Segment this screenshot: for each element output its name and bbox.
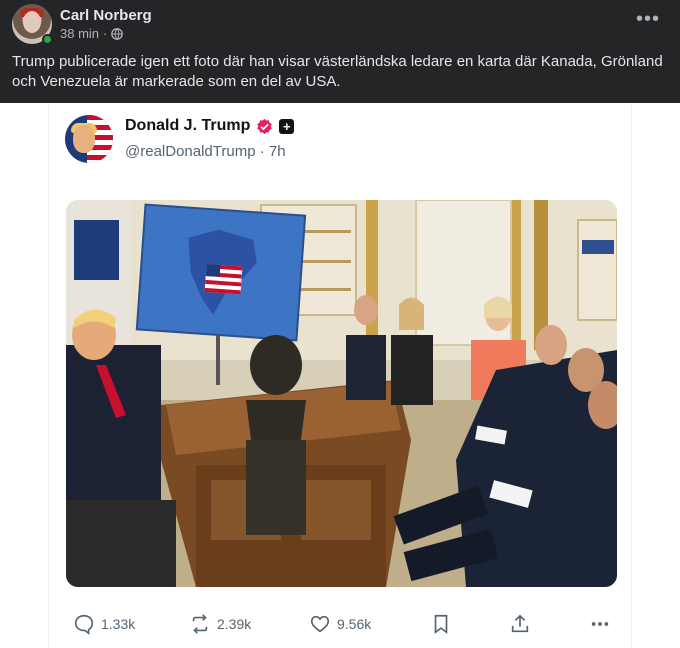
reply-count: 1.33k — [101, 616, 136, 632]
post-text: Trump publicerade igen ett foto där han … — [12, 53, 663, 90]
subscription-plus-icon: + — [279, 118, 295, 134]
repost-count: 2.39k — [217, 616, 252, 632]
heart-icon — [310, 615, 330, 633]
more-options-icon[interactable]: ••• — [634, 9, 662, 33]
repost-button[interactable]: 2.39k — [189, 609, 251, 639]
repost-icon — [192, 614, 208, 634]
share-icon — [511, 614, 529, 633]
bookmark-button[interactable] — [430, 609, 452, 639]
reply-button[interactable]: 1.33k — [73, 609, 135, 639]
post-time[interactable]: 38 min — [60, 26, 99, 41]
embedded-author-name-row: Donald J. Trump + — [125, 117, 295, 135]
embedded-time[interactable]: 7h — [269, 143, 286, 160]
oval-office-photo-icon — [66, 200, 617, 587]
embedded-author-avatar[interactable] — [65, 115, 113, 163]
share-button[interactable] — [509, 609, 531, 639]
post-meta: 38 min · — [60, 26, 124, 41]
author-name[interactable]: Carl Norberg — [60, 7, 152, 24]
more-dots-icon — [591, 622, 609, 626]
embedded-time-separator: · — [259, 143, 265, 160]
like-button[interactable]: 9.56k — [309, 609, 371, 639]
embedded-post-card: Donald J. Trump + @realDonaldTrump · 7h — [48, 103, 632, 648]
post-photo[interactable] — [66, 200, 617, 587]
more-actions-button[interactable] — [589, 609, 611, 639]
reply-icon — [74, 614, 94, 635]
embedded-display-name[interactable]: Donald J. Trump — [125, 117, 250, 135]
post-actions-bar: 1.33k 2.39k 9.56k — [49, 609, 633, 639]
bookmark-icon — [434, 614, 448, 634]
embedded-handle[interactable]: @realDonaldTrump — [125, 143, 256, 160]
verified-badge-icon — [257, 118, 273, 134]
facebook-post-header: Carl Norberg 38 min · ••• Trump publicer… — [0, 0, 680, 103]
meta-separator: · — [103, 26, 108, 41]
online-status-dot — [42, 34, 53, 45]
like-count: 9.56k — [337, 616, 372, 632]
globe-icon — [111, 27, 124, 40]
embedded-handle-row: @realDonaldTrump · 7h — [125, 143, 286, 160]
